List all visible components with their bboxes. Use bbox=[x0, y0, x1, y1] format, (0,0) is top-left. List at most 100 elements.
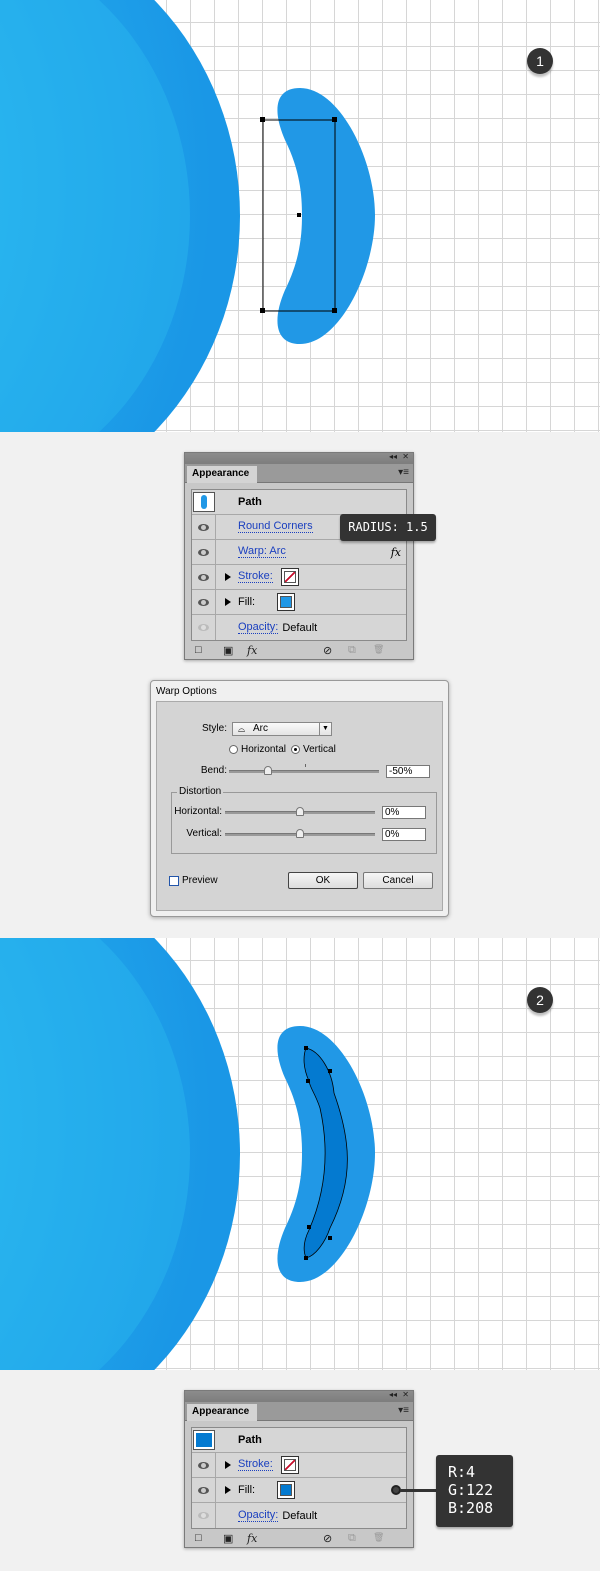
appearance-panel: ◂◂ ✕ Appearance ▾≡ Path Stroke: Fill: Op… bbox=[184, 1390, 414, 1548]
fill-swatch[interactable] bbox=[277, 593, 296, 611]
anchor-point[interactable] bbox=[328, 1069, 332, 1073]
expand-triangle-icon[interactable] bbox=[225, 1486, 231, 1494]
eye-icon[interactable] bbox=[198, 1486, 209, 1494]
distortion-horizontal-thumb[interactable] bbox=[296, 807, 304, 816]
distortion-horizontal-input[interactable]: 0% bbox=[382, 806, 426, 819]
eye-icon[interactable] bbox=[198, 624, 209, 631]
radius-tooltip-text: RADIUS: 1.5 bbox=[348, 520, 428, 534]
handle[interactable] bbox=[332, 308, 337, 313]
add-stroke-icon[interactable]: □ bbox=[195, 1532, 202, 1544]
distortion-label: Distortion bbox=[177, 786, 224, 797]
anchor-point[interactable] bbox=[304, 1256, 308, 1260]
anchor-point[interactable] bbox=[307, 1225, 311, 1229]
handle[interactable] bbox=[260, 117, 265, 122]
cancel-button[interactable]: Cancel bbox=[363, 872, 433, 889]
anchor-point[interactable] bbox=[328, 1236, 332, 1240]
fill-row[interactable]: Fill: bbox=[192, 590, 406, 615]
add-fill-icon[interactable]: ▣ bbox=[223, 644, 233, 657]
center-point bbox=[297, 213, 301, 217]
add-stroke-icon[interactable]: □ bbox=[195, 644, 202, 656]
round-corners-link[interactable]: Round Corners bbox=[238, 521, 313, 533]
eye-icon[interactable] bbox=[198, 573, 209, 581]
stroke-none-swatch[interactable] bbox=[280, 1456, 299, 1474]
tab-appearance[interactable]: Appearance bbox=[187, 466, 257, 483]
chevron-down-icon[interactable]: ▼ bbox=[319, 723, 331, 735]
opacity-row[interactable]: Opacity: Default bbox=[192, 1503, 406, 1528]
horizontal-radio-label[interactable]: Horizontal bbox=[241, 744, 286, 755]
style-select[interactable]: ⌓ Arc ▼ bbox=[232, 722, 332, 736]
path-row[interactable]: Path bbox=[192, 1428, 406, 1453]
bend-slider-thumb[interactable] bbox=[264, 766, 272, 775]
handle[interactable] bbox=[260, 308, 265, 313]
handle[interactable] bbox=[332, 117, 337, 122]
eye-icon[interactable] bbox=[198, 523, 209, 531]
path-row[interactable]: Path bbox=[192, 490, 406, 515]
bend-center-tick bbox=[305, 764, 306, 767]
add-fill-icon[interactable]: ▣ bbox=[223, 1532, 233, 1545]
delete-item-icon[interactable]: 🗑 bbox=[373, 644, 384, 655]
duplicate-item-icon[interactable]: ⧉ bbox=[348, 1532, 356, 1545]
stroke-none-swatch[interactable] bbox=[280, 568, 299, 586]
artwork-step-2 bbox=[0, 938, 375, 1370]
vertical-radio[interactable] bbox=[291, 745, 300, 754]
anchor-point[interactable] bbox=[304, 1046, 308, 1050]
duplicate-item-icon[interactable]: ⧉ bbox=[348, 644, 356, 657]
close-icon[interactable]: ✕ bbox=[402, 1390, 409, 1399]
fill-row[interactable]: Fill: bbox=[192, 1478, 406, 1503]
expand-triangle-icon[interactable] bbox=[225, 598, 231, 606]
warp-options-dialog: Warp Options Style: ⌓ Arc ▼ Horizontal V… bbox=[150, 680, 449, 917]
opacity-link[interactable]: Opacity: bbox=[238, 1509, 279, 1522]
stroke-row[interactable]: Stroke: bbox=[192, 565, 406, 590]
delete-item-icon[interactable]: 🗑 bbox=[373, 1532, 384, 1543]
red-value: R:4 bbox=[448, 1463, 476, 1481]
expand-triangle-icon[interactable] bbox=[225, 1461, 231, 1469]
anchor-point[interactable] bbox=[306, 1079, 310, 1083]
panel-menu-icon[interactable]: ▾≡ bbox=[398, 467, 409, 478]
eye-icon[interactable] bbox=[198, 1512, 209, 1519]
collapse-icon[interactable]: ◂◂ bbox=[389, 452, 397, 461]
opacity-row[interactable]: Opacity: Default bbox=[192, 615, 406, 640]
expand-triangle-icon[interactable] bbox=[225, 573, 231, 581]
stroke-link[interactable]: Stroke: bbox=[238, 1459, 273, 1471]
clear-appearance-icon[interactable]: ⊘ bbox=[323, 644, 332, 657]
preview-label[interactable]: Preview bbox=[182, 875, 218, 886]
panel-menu-icon[interactable]: ▾≡ bbox=[398, 1405, 409, 1416]
close-icon[interactable]: ✕ bbox=[402, 452, 409, 461]
step-badge: 1 bbox=[527, 48, 553, 74]
warp-arc-link[interactable]: Warp: Arc bbox=[238, 546, 286, 558]
artwork-step-1 bbox=[0, 0, 375, 432]
fill-label: Fill: bbox=[238, 596, 256, 608]
artboard-step-1: 1 bbox=[0, 0, 600, 432]
green-value: G:122 bbox=[448, 1481, 494, 1499]
horizontal-radio[interactable] bbox=[229, 745, 238, 754]
ok-button[interactable]: OK bbox=[288, 872, 358, 889]
eye-icon[interactable] bbox=[198, 1461, 209, 1469]
fill-label: Fill: bbox=[238, 1484, 256, 1496]
vertical-radio-label[interactable]: Vertical bbox=[303, 744, 336, 755]
eye-icon[interactable] bbox=[198, 548, 209, 556]
fx-icon[interactable]: fx bbox=[391, 546, 401, 559]
stroke-link[interactable]: Stroke: bbox=[238, 571, 273, 583]
preview-checkbox[interactable] bbox=[169, 876, 179, 886]
fx-menu-icon[interactable]: fx bbox=[247, 1532, 257, 1545]
tab-appearance[interactable]: Appearance bbox=[187, 1404, 257, 1421]
distortion-vertical-thumb[interactable] bbox=[296, 829, 304, 838]
fill-swatch[interactable] bbox=[277, 1481, 296, 1499]
distortion-horizontal-label: Horizontal: bbox=[174, 806, 222, 817]
eye-icon[interactable] bbox=[198, 598, 209, 606]
distortion-vertical-input[interactable]: 0% bbox=[382, 828, 426, 841]
step-badge: 2 bbox=[527, 987, 553, 1013]
bend-slider[interactable] bbox=[229, 770, 379, 773]
collapse-icon[interactable]: ◂◂ bbox=[389, 1390, 397, 1399]
opacity-value: Default bbox=[282, 1509, 318, 1522]
bend-input[interactable]: -50% bbox=[386, 765, 430, 778]
clear-appearance-icon[interactable]: ⊘ bbox=[323, 1532, 332, 1545]
artboard-step-2: 2 bbox=[0, 938, 600, 1370]
opacity-link[interactable]: Opacity: bbox=[238, 621, 279, 634]
rgb-tooltip: R:4 G:122 B:208 bbox=[436, 1455, 513, 1527]
fx-menu-icon[interactable]: fx bbox=[247, 644, 257, 657]
opacity-value: Default bbox=[282, 621, 318, 634]
warp-row[interactable]: Warp: Arc fx bbox=[192, 540, 406, 565]
stroke-row[interactable]: Stroke: bbox=[192, 1453, 406, 1478]
path-thumbnail bbox=[193, 1430, 215, 1450]
